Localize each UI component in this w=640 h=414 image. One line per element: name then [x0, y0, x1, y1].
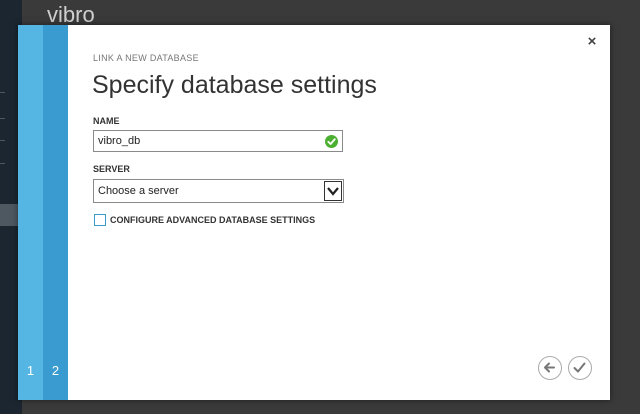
advanced-settings-label[interactable]: CONFIGURE ADVANCED DATABASE SETTINGS: [110, 215, 315, 225]
name-input[interactable]: vibro_db: [93, 130, 343, 152]
server-label: SERVER: [93, 164, 130, 174]
advanced-settings-checkbox[interactable]: [94, 214, 106, 226]
dialog-heading: Specify database settings: [92, 71, 377, 99]
arrow-left-icon: [544, 362, 555, 373]
finish-button[interactable]: [568, 356, 592, 380]
wizard-steps: 1 2: [18, 25, 68, 400]
back-button[interactable]: [538, 356, 562, 380]
name-label: NAME: [93, 116, 120, 126]
link-database-dialog: 1 2 × LINK A NEW DATABASE Specify databa…: [18, 25, 610, 400]
wizard-step-2-number: 2: [51, 363, 60, 378]
server-select-value: Choose a server: [98, 185, 179, 197]
server-select[interactable]: Choose a server: [93, 179, 344, 203]
wizard-step-1[interactable]: 1: [18, 25, 43, 400]
wizard-step-2[interactable]: 2: [43, 25, 68, 400]
sidebar-tick: [0, 163, 5, 164]
checkmark-icon: [573, 362, 586, 373]
close-icon[interactable]: ×: [584, 34, 600, 50]
wizard-step-1-number: 1: [26, 363, 35, 378]
name-input-value: vibro_db: [98, 135, 141, 147]
sidebar-tick: [0, 140, 5, 141]
check-circle-icon: [325, 135, 338, 148]
sidebar-tick: [0, 118, 5, 119]
dialog-subtitle: LINK A NEW DATABASE: [93, 53, 199, 63]
sidebar-tick: [0, 92, 5, 93]
chevron-down-icon[interactable]: [324, 181, 342, 201]
